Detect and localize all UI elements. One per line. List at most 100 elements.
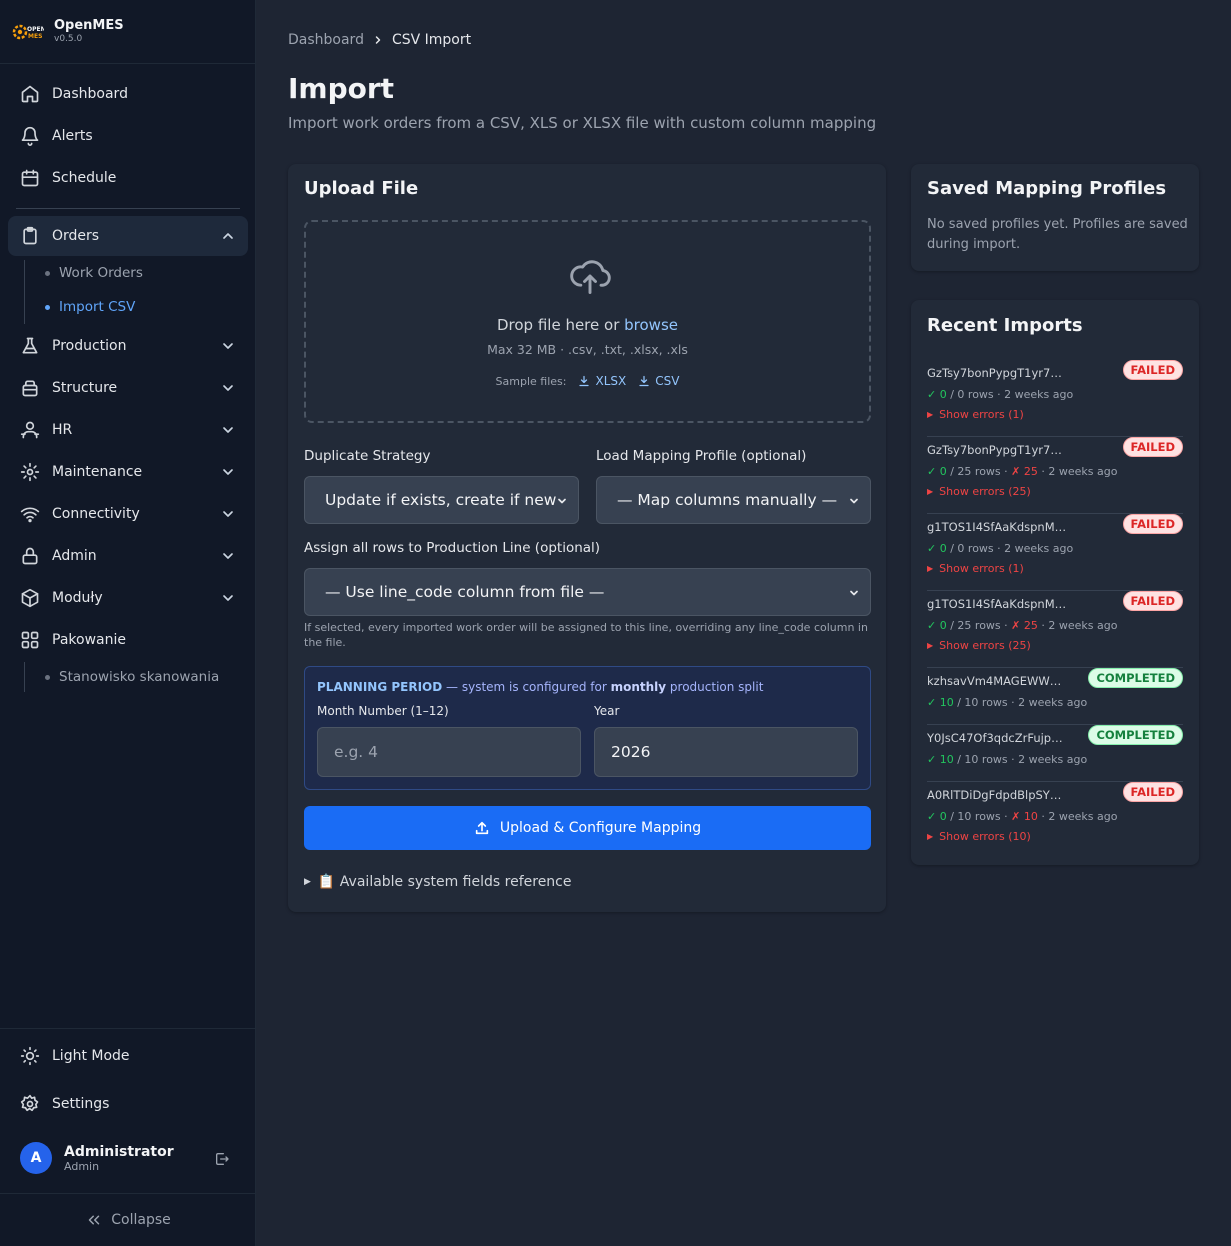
month-input[interactable]: e.g. 4 [317, 727, 581, 777]
upload-configure-button[interactable]: Upload & Configure Mapping [304, 806, 871, 850]
drop-text: Drop file here or browse [306, 316, 869, 334]
import-time: · 2 weeks ago [1007, 696, 1088, 709]
import-time: · 2 weeks ago [1007, 753, 1088, 766]
nav-settings[interactable]: Settings [8, 1084, 248, 1124]
ok-count: 10 [939, 753, 954, 766]
planning-period: monthly [610, 680, 667, 694]
flask-icon [22, 337, 38, 354]
collapse-label: Collapse [111, 1212, 171, 1228]
chevron-down-icon [850, 498, 858, 504]
import-time: · 2 weeks ago [993, 388, 1074, 401]
row-count: / 0 rows [946, 542, 994, 555]
svg-text:OPEN: OPEN [27, 26, 44, 33]
production-line-hint: If selected, every imported work order w… [304, 621, 868, 649]
recent-import-row[interactable]: g1TOS1I4SfAaKdspnMx... FAILED ✓ 0 / 25 r… [927, 591, 1183, 668]
nav-orders[interactable]: Orders [8, 216, 248, 256]
nav-dashboard[interactable]: Dashboard [8, 74, 248, 114]
recent-import-row[interactable]: GzTsy7bonPypgT1yr7U... FAILED ✓ 0 / 0 ro… [927, 360, 1183, 437]
nav-production[interactable]: Production [8, 326, 248, 366]
import-filename: GzTsy7bonPypgT1yr7U... [927, 443, 1067, 457]
row-count: / 25 rows · [946, 465, 1012, 478]
nav-moduly[interactable]: Moduły [8, 578, 248, 618]
saved-profiles-card: Saved Mapping Profiles No saved profiles… [911, 164, 1199, 271]
recent-import-row[interactable]: kzhsavVm4MAGEWWh... COMPLETED ✓ 10 / 10 … [927, 668, 1183, 725]
status-badge: FAILED [1122, 591, 1183, 611]
brand[interactable]: OPEN MES OpenMES v0.5.0 [0, 0, 255, 64]
recent-import-row[interactable]: GzTsy7bonPypgT1yr7U... FAILED ✓ 0 / 25 r… [927, 437, 1183, 514]
recent-import-row[interactable]: g1TOS1I4SfAaKdspnMx... FAILED ✓ 0 / 0 ro… [927, 514, 1183, 591]
file-dropzone[interactable]: Drop file here or browse Max 32 MB · .cs… [304, 220, 871, 423]
sub-import-csv[interactable]: Import CSV [45, 299, 135, 315]
upload-cloud-icon [570, 260, 611, 294]
nav-hr[interactable]: HR [8, 410, 248, 450]
nav-connectivity[interactable]: Connectivity [8, 494, 248, 534]
gear-icon [20, 462, 40, 482]
select-value: Update if exists, create if new [325, 491, 557, 509]
mapping-profile-select[interactable]: — Map columns manually — [596, 476, 871, 524]
user-profile[interactable]: A Administrator Admin [20, 1142, 174, 1174]
sub-label: Stanowisko skanowania [59, 669, 220, 685]
chevron-down-icon [558, 498, 566, 504]
nav-pakowanie[interactable]: Pakowanie [8, 620, 248, 660]
sidebar: OPEN MES OpenMES v0.5.0 Dashboard Alerts… [0, 0, 256, 1246]
system-fields-reference-toggle[interactable]: ▶ 📋 Available system fields reference [304, 874, 572, 890]
drop-label: Drop file here or [496, 316, 625, 334]
year-input[interactable]: 2026 [594, 727, 858, 777]
light-mode-toggle[interactable]: Light Mode [8, 1036, 248, 1076]
status-badge: FAILED [1122, 514, 1183, 534]
import-filename: g1TOS1I4SfAaKdspnMx... [927, 520, 1067, 534]
user-name: Administrator [64, 1143, 174, 1160]
planning-text: — system is configured for [442, 680, 611, 694]
upload-card: Upload File Drop file here or browse Max… [288, 164, 886, 912]
show-errors-label: Show errors (25) [939, 639, 1031, 652]
svg-text:MES: MES [28, 33, 42, 40]
show-errors-toggle[interactable]: ▶ Show errors (25) [927, 639, 1031, 652]
import-stats: ✓ 0 / 10 rows · ✗ 10 · 2 weeks ago [927, 810, 1118, 823]
page-title: Import [288, 72, 395, 105]
show-errors-label: Show errors (1) [939, 562, 1024, 575]
sub-work-orders[interactable]: Work Orders [45, 265, 143, 281]
duplicate-strategy-select[interactable]: Update if exists, create if new [304, 476, 579, 524]
status-badge: COMPLETED [1088, 725, 1183, 745]
recent-import-row[interactable]: Y0JsC47Of3qdcZrFujpS... COMPLETED ✓ 10 /… [927, 725, 1183, 782]
chevron-down-icon [223, 427, 233, 433]
sun-icon [20, 1046, 40, 1066]
caret-right-icon: ▶ [927, 641, 934, 650]
logout-icon[interactable] [214, 1151, 230, 1167]
show-errors-toggle[interactable]: ▶ Show errors (1) [927, 408, 1024, 421]
ok-count: 0 [939, 810, 947, 823]
import-filename: A0RlTDiDgFdpdBlpSY2... [927, 788, 1067, 802]
import-filename: GzTsy7bonPypgT1yr7U... [927, 366, 1067, 380]
max-size-text: Max 32 MB · .csv, .txt, .xlsx, .xls [487, 342, 688, 357]
upload-button-label: Upload & Configure Mapping [499, 820, 702, 836]
show-errors-toggle[interactable]: ▶ Show errors (1) [927, 562, 1024, 575]
calendar-icon [21, 169, 39, 187]
sample-csv-link[interactable]: CSV [638, 374, 679, 388]
nav-schedule[interactable]: Schedule [8, 158, 248, 198]
row-count: / 10 rows [953, 753, 1008, 766]
download-icon [579, 375, 590, 387]
sidebar-divider [16, 208, 240, 209]
nav-maintenance[interactable]: Maintenance [8, 452, 248, 492]
sub-stanowisko-skanowania[interactable]: Stanowisko skanowania [45, 669, 219, 685]
production-line-select[interactable]: — Use line_code column from file — [304, 568, 871, 616]
wifi-icon [20, 507, 40, 523]
sample-xlsx-link[interactable]: XLSX [578, 374, 626, 388]
import-stats: ✓ 10 / 10 rows · 2 weeks ago [927, 696, 1088, 709]
nav-admin[interactable]: Admin [8, 536, 248, 576]
breadcrumb-dashboard[interactable]: Dashboard [288, 32, 364, 48]
chevrons-left-icon [89, 1215, 100, 1225]
import-filename: kzhsavVm4MAGEWWh... [927, 674, 1067, 688]
app-version: v0.5.0 [54, 34, 83, 44]
import-filename: g1TOS1I4SfAaKdspnMx... [927, 597, 1067, 611]
browse-link[interactable]: browse [624, 316, 678, 334]
import-stats: ✓ 0 / 0 rows · 2 weeks ago [927, 542, 1074, 555]
nav-label: Admin [52, 548, 97, 564]
openmes-logo-icon: OPEN MES [12, 24, 44, 40]
nav-alerts[interactable]: Alerts [8, 116, 248, 156]
show-errors-toggle[interactable]: ▶ Show errors (10) [927, 830, 1031, 843]
recent-import-row[interactable]: A0RlTDiDgFdpdBlpSY2... FAILED ✓ 0 / 10 r… [927, 782, 1183, 859]
nav-structure[interactable]: Structure [8, 368, 248, 408]
show-errors-toggle[interactable]: ▶ Show errors (25) [927, 485, 1031, 498]
collapse-button[interactable]: Collapse [0, 1193, 256, 1246]
